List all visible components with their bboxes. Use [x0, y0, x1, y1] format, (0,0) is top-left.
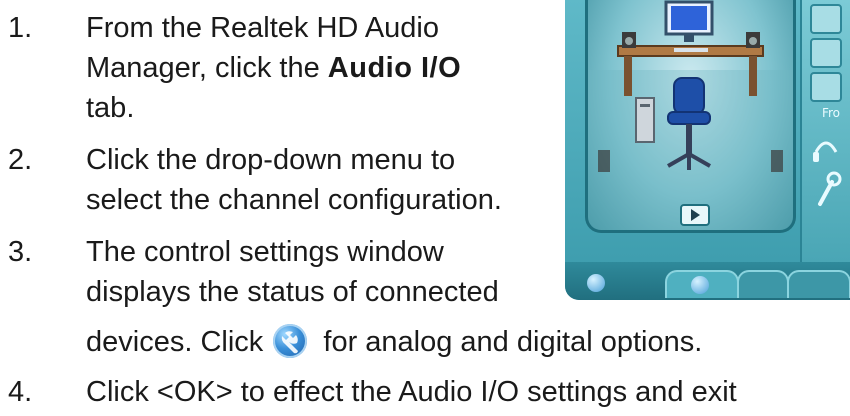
jack-box-1[interactable]: [810, 4, 842, 34]
step-3-line-3: devices. Click for analog and digital op…: [86, 322, 702, 362]
step-3-number: 3.: [8, 236, 33, 268]
step-4-number: 4.: [8, 376, 33, 408]
front-label: Fro: [821, 106, 840, 120]
jack-panel: Fro: [800, 0, 850, 262]
tab-home[interactable]: [575, 270, 617, 296]
room-illustration: [585, 0, 796, 233]
headphones-icon: [813, 141, 838, 162]
step-1-line-3: tab.: [86, 92, 135, 124]
step-3-line-1: The control settings window: [86, 236, 444, 268]
room-scene: [588, 0, 793, 230]
jack-box-2[interactable]: [810, 38, 842, 68]
tab-microphone[interactable]: [787, 270, 850, 298]
step-1-line-2: Manager, click the Audio I/O: [86, 48, 461, 88]
audio-manager-screenshot: Fro: [565, 0, 850, 300]
step-3-line-3-text: devices. Click: [86, 326, 272, 358]
info-icon: [587, 274, 605, 292]
step-1-number: 1.: [8, 12, 33, 44]
bottom-tab-bar: [565, 262, 850, 300]
wrench-settings-icon: [273, 324, 308, 358]
tab-audio-io[interactable]: [665, 270, 739, 298]
step-2-line-2: select the channel configuration.: [86, 184, 502, 216]
tab-headphones[interactable]: [737, 270, 789, 298]
step-3-line-2: displays the status of connected: [86, 276, 499, 308]
step-2-line-1: Click the drop-down menu to: [86, 144, 456, 176]
step-4-line-1: Click <OK> to effect the Audio I/O setti…: [86, 376, 737, 408]
step-1-line-1: From the Realtek HD Audio: [86, 12, 439, 44]
monitor-icon: [664, 0, 714, 42]
step-2-number: 2.: [8, 144, 33, 176]
audio-io-tab-icon: [691, 276, 709, 294]
microphone-icon: [818, 171, 842, 206]
computer-tower-icon: [635, 97, 655, 143]
play-button[interactable]: [680, 204, 710, 226]
step-1-line-2-text: Manager, click the: [86, 52, 328, 84]
jack-box-3[interactable]: [810, 72, 842, 102]
audio-io-emphasis: Audio I/O: [327, 52, 462, 84]
step-3-line-3-rest: for analog and digital options.: [315, 326, 703, 358]
